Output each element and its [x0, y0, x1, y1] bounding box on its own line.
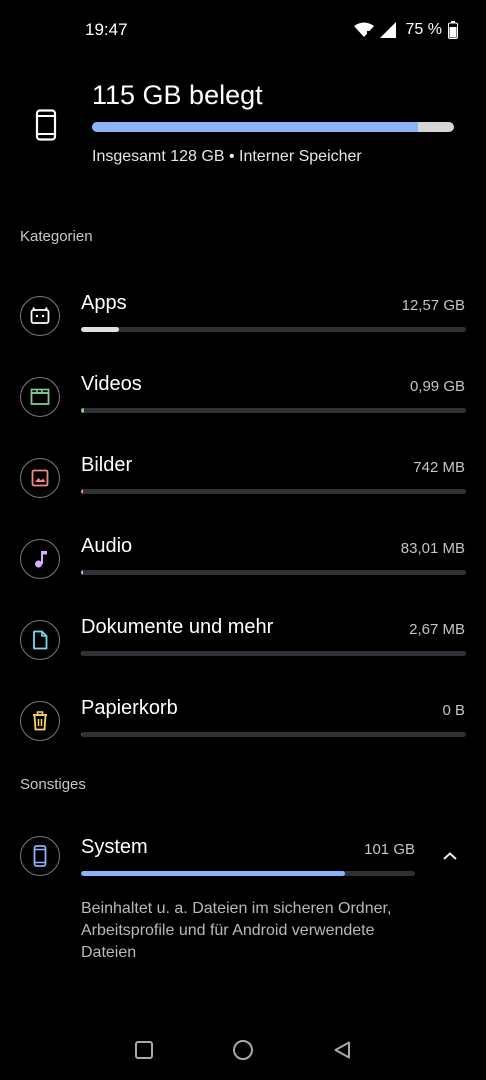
category-bar [81, 489, 466, 494]
category-bar [81, 327, 466, 332]
section-categories: Kategorien [20, 228, 93, 245]
status-icons: 75 % [353, 20, 458, 40]
storage-usage-bar [92, 122, 454, 132]
home-button[interactable] [231, 1038, 255, 1062]
storage-usage-fill [92, 122, 418, 132]
status-time: 19:47 [85, 20, 128, 39]
category-bar-fill [81, 732, 82, 737]
category-images[interactable]: Bilder 742 MB [0, 448, 486, 518]
signal-icon [379, 22, 396, 38]
navigation-bar [0, 1020, 486, 1080]
category-name: Audio [81, 535, 133, 557]
category-bar-fill [81, 570, 84, 575]
category-icon-badge [20, 539, 60, 579]
category-size: 0 B [442, 702, 465, 719]
category-documents[interactable]: Dokumente und mehr 2,67 MB [0, 610, 486, 680]
category-size: 2,67 MB [409, 621, 465, 638]
recents-icon [135, 1041, 153, 1059]
status-bar: 19:47 75 % [0, 0, 486, 62]
category-bar [81, 732, 466, 737]
system-description: Beinhaltet u. a. Dateien im sicheren Ord… [81, 900, 392, 961]
category-bar [81, 651, 466, 656]
category-bar-fill [81, 651, 82, 656]
trash-icon [33, 711, 47, 731]
storage-used-title: 115 GB belegt [92, 80, 263, 110]
category-size: 83,01 MB [400, 540, 465, 557]
category-name: Bilder [81, 454, 133, 476]
storage-page: 19:47 75 % 115 GB belegt Insgesamt 128 G… [0, 0, 486, 1080]
category-apps[interactable]: Apps 12,57 GB [0, 286, 486, 356]
category-bar [81, 570, 466, 575]
phone-icon [35, 109, 57, 141]
category-bar-fill [81, 327, 119, 332]
document-icon [33, 630, 48, 650]
battery-percent: 75 % [405, 21, 442, 38]
android-apps-icon [30, 307, 50, 324]
category-icon-badge [20, 296, 60, 336]
category-name: Apps [81, 292, 127, 314]
category-icon-badge [20, 377, 60, 417]
category-icon-badge [20, 836, 60, 876]
category-bar [81, 408, 466, 413]
back-button[interactable] [330, 1038, 354, 1062]
category-name: Videos [81, 373, 142, 395]
category-size: 0,99 GB [409, 378, 465, 395]
category-bar-fill [81, 489, 84, 494]
phone-icon [33, 845, 47, 867]
category-size: 101 GB [364, 841, 415, 858]
category-name: System [81, 836, 148, 858]
recents-button[interactable] [132, 1038, 156, 1062]
category-videos[interactable]: Videos 0,99 GB [0, 367, 486, 437]
clapperboard-icon [30, 388, 50, 405]
category-bar [81, 871, 415, 876]
category-audio[interactable]: Audio 83,01 MB [0, 529, 486, 599]
category-size: 12,57 GB [401, 297, 465, 314]
home-icon [233, 1040, 253, 1060]
category-name: Papierkorb [81, 697, 178, 719]
category-icon-badge [20, 620, 60, 660]
battery-icon [448, 21, 458, 39]
category-name: Dokumente und mehr [81, 616, 274, 638]
image-icon [31, 469, 49, 487]
back-icon [334, 1041, 350, 1059]
category-trash[interactable]: Papierkorb 0 B [0, 691, 486, 761]
category-icon-badge [20, 458, 60, 498]
wifi-icon [353, 22, 374, 38]
category-size: 742 MB [413, 459, 465, 476]
category-system[interactable]: System 101 GB Beinhaltet u. a. Dateien i… [0, 826, 486, 976]
category-bar-fill [81, 871, 345, 876]
music-note-icon [35, 551, 47, 568]
collapse-button[interactable] [438, 844, 462, 868]
category-icon-badge [20, 701, 60, 741]
section-other: Sonstiges [20, 776, 86, 793]
category-bar-fill [81, 408, 85, 413]
storage-total-label: Insgesamt 128 GB • Interner Speicher [92, 148, 362, 165]
chevron-up-icon [443, 852, 457, 860]
